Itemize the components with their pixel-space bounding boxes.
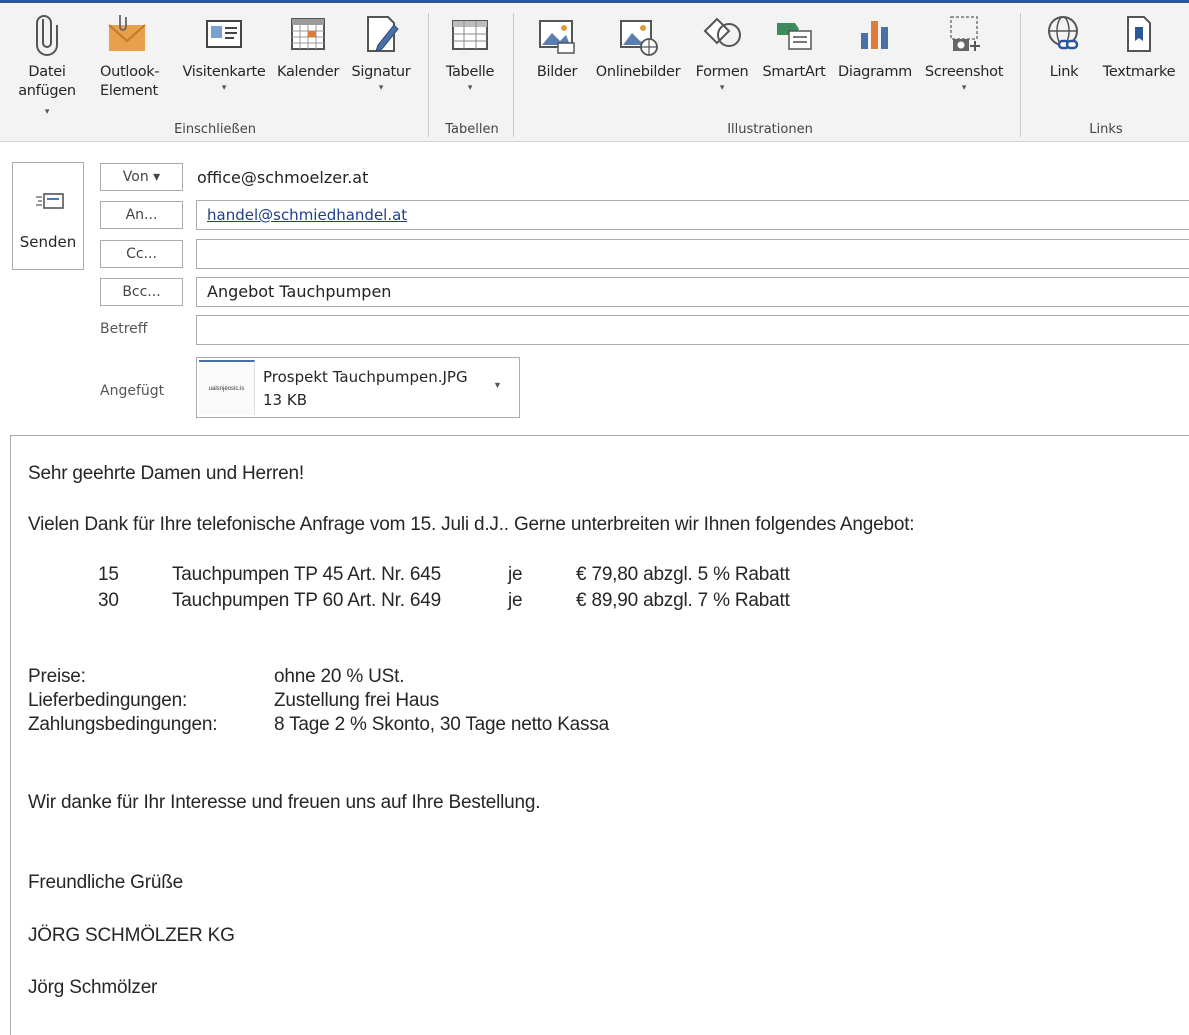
signature-button[interactable]: Signatur ▾ (346, 11, 416, 94)
to-button[interactable]: An... (100, 201, 183, 229)
globe-link-icon (1048, 16, 1079, 50)
screenshot-camera-icon (950, 16, 980, 51)
attachment-menu-chevron-icon[interactable]: ▼ (493, 380, 502, 390)
body-intro: Vielen Dank für Ihre telefonische Anfrag… (28, 514, 915, 535)
online-pictures-button[interactable]: Onlinebilder (588, 11, 688, 82)
group-separator (513, 13, 514, 137)
offer-description: Tauchpumpen TP 60 Art. Nr. 649 (172, 590, 441, 611)
offer-price: € 79,80 abzgl. 5 % Rabatt (576, 564, 790, 585)
link-button[interactable]: Link (1036, 11, 1092, 82)
pictures-button[interactable]: Bilder (528, 11, 586, 82)
to-recipient[interactable]: handel@schmiedhandel.at (207, 206, 407, 224)
picture-icon (539, 20, 575, 54)
smartart-button[interactable]: SmartArt (756, 11, 832, 82)
send-envelope-icon (36, 193, 64, 209)
signature-pen-icon (367, 16, 399, 52)
to-field[interactable]: handel@schmiedhandel.at (196, 200, 1189, 230)
term-label: Preise: (28, 666, 86, 687)
table-button[interactable]: Tabelle ▾ (436, 11, 504, 94)
screenshot-button[interactable]: Screenshot ▾ (918, 11, 1010, 94)
offer-description: Tauchpumpen TP 45 Art. Nr. 645 (172, 564, 441, 585)
calendar-icon (291, 18, 325, 50)
message-body[interactable]: Sehr geehrte Damen und Herren! Vielen Da… (10, 435, 1189, 1035)
group-separator (428, 13, 429, 137)
outlook-item-button[interactable]: Outlook- Element (100, 11, 170, 101)
cc-field[interactable] (196, 239, 1189, 269)
attachment-item[interactable]: ualsnjeosic.is Prospekt Tauchpumpen.JPG … (196, 357, 520, 418)
group-separator (1020, 13, 1021, 137)
group-label-tables: Tabellen (445, 122, 499, 137)
group-label-include: Einschließen (174, 122, 256, 137)
offer-qty: 30 (98, 590, 119, 611)
shapes-button[interactable]: Formen ▾ (690, 11, 754, 94)
subject-field[interactable] (196, 315, 1189, 345)
attachment-thumbnail: ualsnjeosic.is (199, 360, 255, 415)
bookmark-icon (1127, 16, 1151, 52)
paperclip-icon (36, 15, 58, 56)
term-value: 8 Tage 2 % Skonto, 30 Tage netto Kassa (274, 714, 610, 735)
shapes-icon (703, 17, 741, 47)
body-company: JÖRG SCHMÖLZER KG (28, 925, 235, 946)
smartart-icon (777, 23, 812, 50)
body-closing: Freundliche Grüße (28, 872, 184, 893)
attach-file-button[interactable]: Datei anfügen ▾ (16, 11, 78, 122)
send-label: Senden (19, 233, 77, 251)
send-button[interactable]: Senden (12, 162, 84, 270)
term-value: Zustellung frei Haus (274, 690, 439, 711)
offer-price: € 89,90 abzgl. 7 % Rabatt (576, 590, 790, 611)
offer-unit: je (508, 590, 523, 611)
online-picture-icon (620, 20, 658, 56)
business-card-button[interactable]: Visitenkarte ▾ (176, 11, 272, 94)
bcc-button[interactable]: Bcc... (100, 278, 183, 306)
chart-icon (861, 21, 888, 49)
body-signature: Jörg Schmölzer (28, 977, 158, 998)
bcc-field[interactable]: Angebot Tauchpumpen (196, 277, 1189, 307)
attachment-name: Prospekt Tauchpumpen.JPG (263, 368, 468, 386)
calendar-button[interactable]: Kalender (272, 11, 344, 82)
term-value: ohne 20 % USt. (274, 666, 405, 687)
subject-label: Betreff (100, 321, 148, 337)
business-card-icon (206, 20, 242, 48)
table-icon (452, 20, 488, 50)
group-label-illustrations: Illustrationen (727, 122, 813, 137)
attachment-size: 13 KB (263, 391, 307, 409)
ribbon: Datei anfügen ▾ Outlook- Element Visiten… (0, 0, 1189, 142)
group-label-links: Links (1089, 122, 1123, 137)
chart-button[interactable]: Diagramm (832, 11, 918, 82)
attached-label: Angefügt (100, 383, 165, 399)
cc-button[interactable]: Cc... (100, 240, 183, 268)
term-label: Lieferbedingungen: (28, 690, 188, 711)
offer-unit: je (508, 564, 523, 585)
term-label: Zahlungsbedingungen: (28, 714, 218, 735)
body-greeting: Sehr geehrte Damen und Herren! (28, 463, 304, 484)
envelope-attach-icon (108, 15, 146, 51)
offer-qty: 15 (98, 564, 119, 585)
from-button[interactable]: Von ▾ (100, 163, 183, 191)
body-thanks: Wir danke für Ihr Interesse und freuen u… (28, 792, 541, 813)
bookmark-button[interactable]: Textmarke (1094, 11, 1184, 82)
from-value: office@schmoelzer.at (197, 168, 369, 187)
